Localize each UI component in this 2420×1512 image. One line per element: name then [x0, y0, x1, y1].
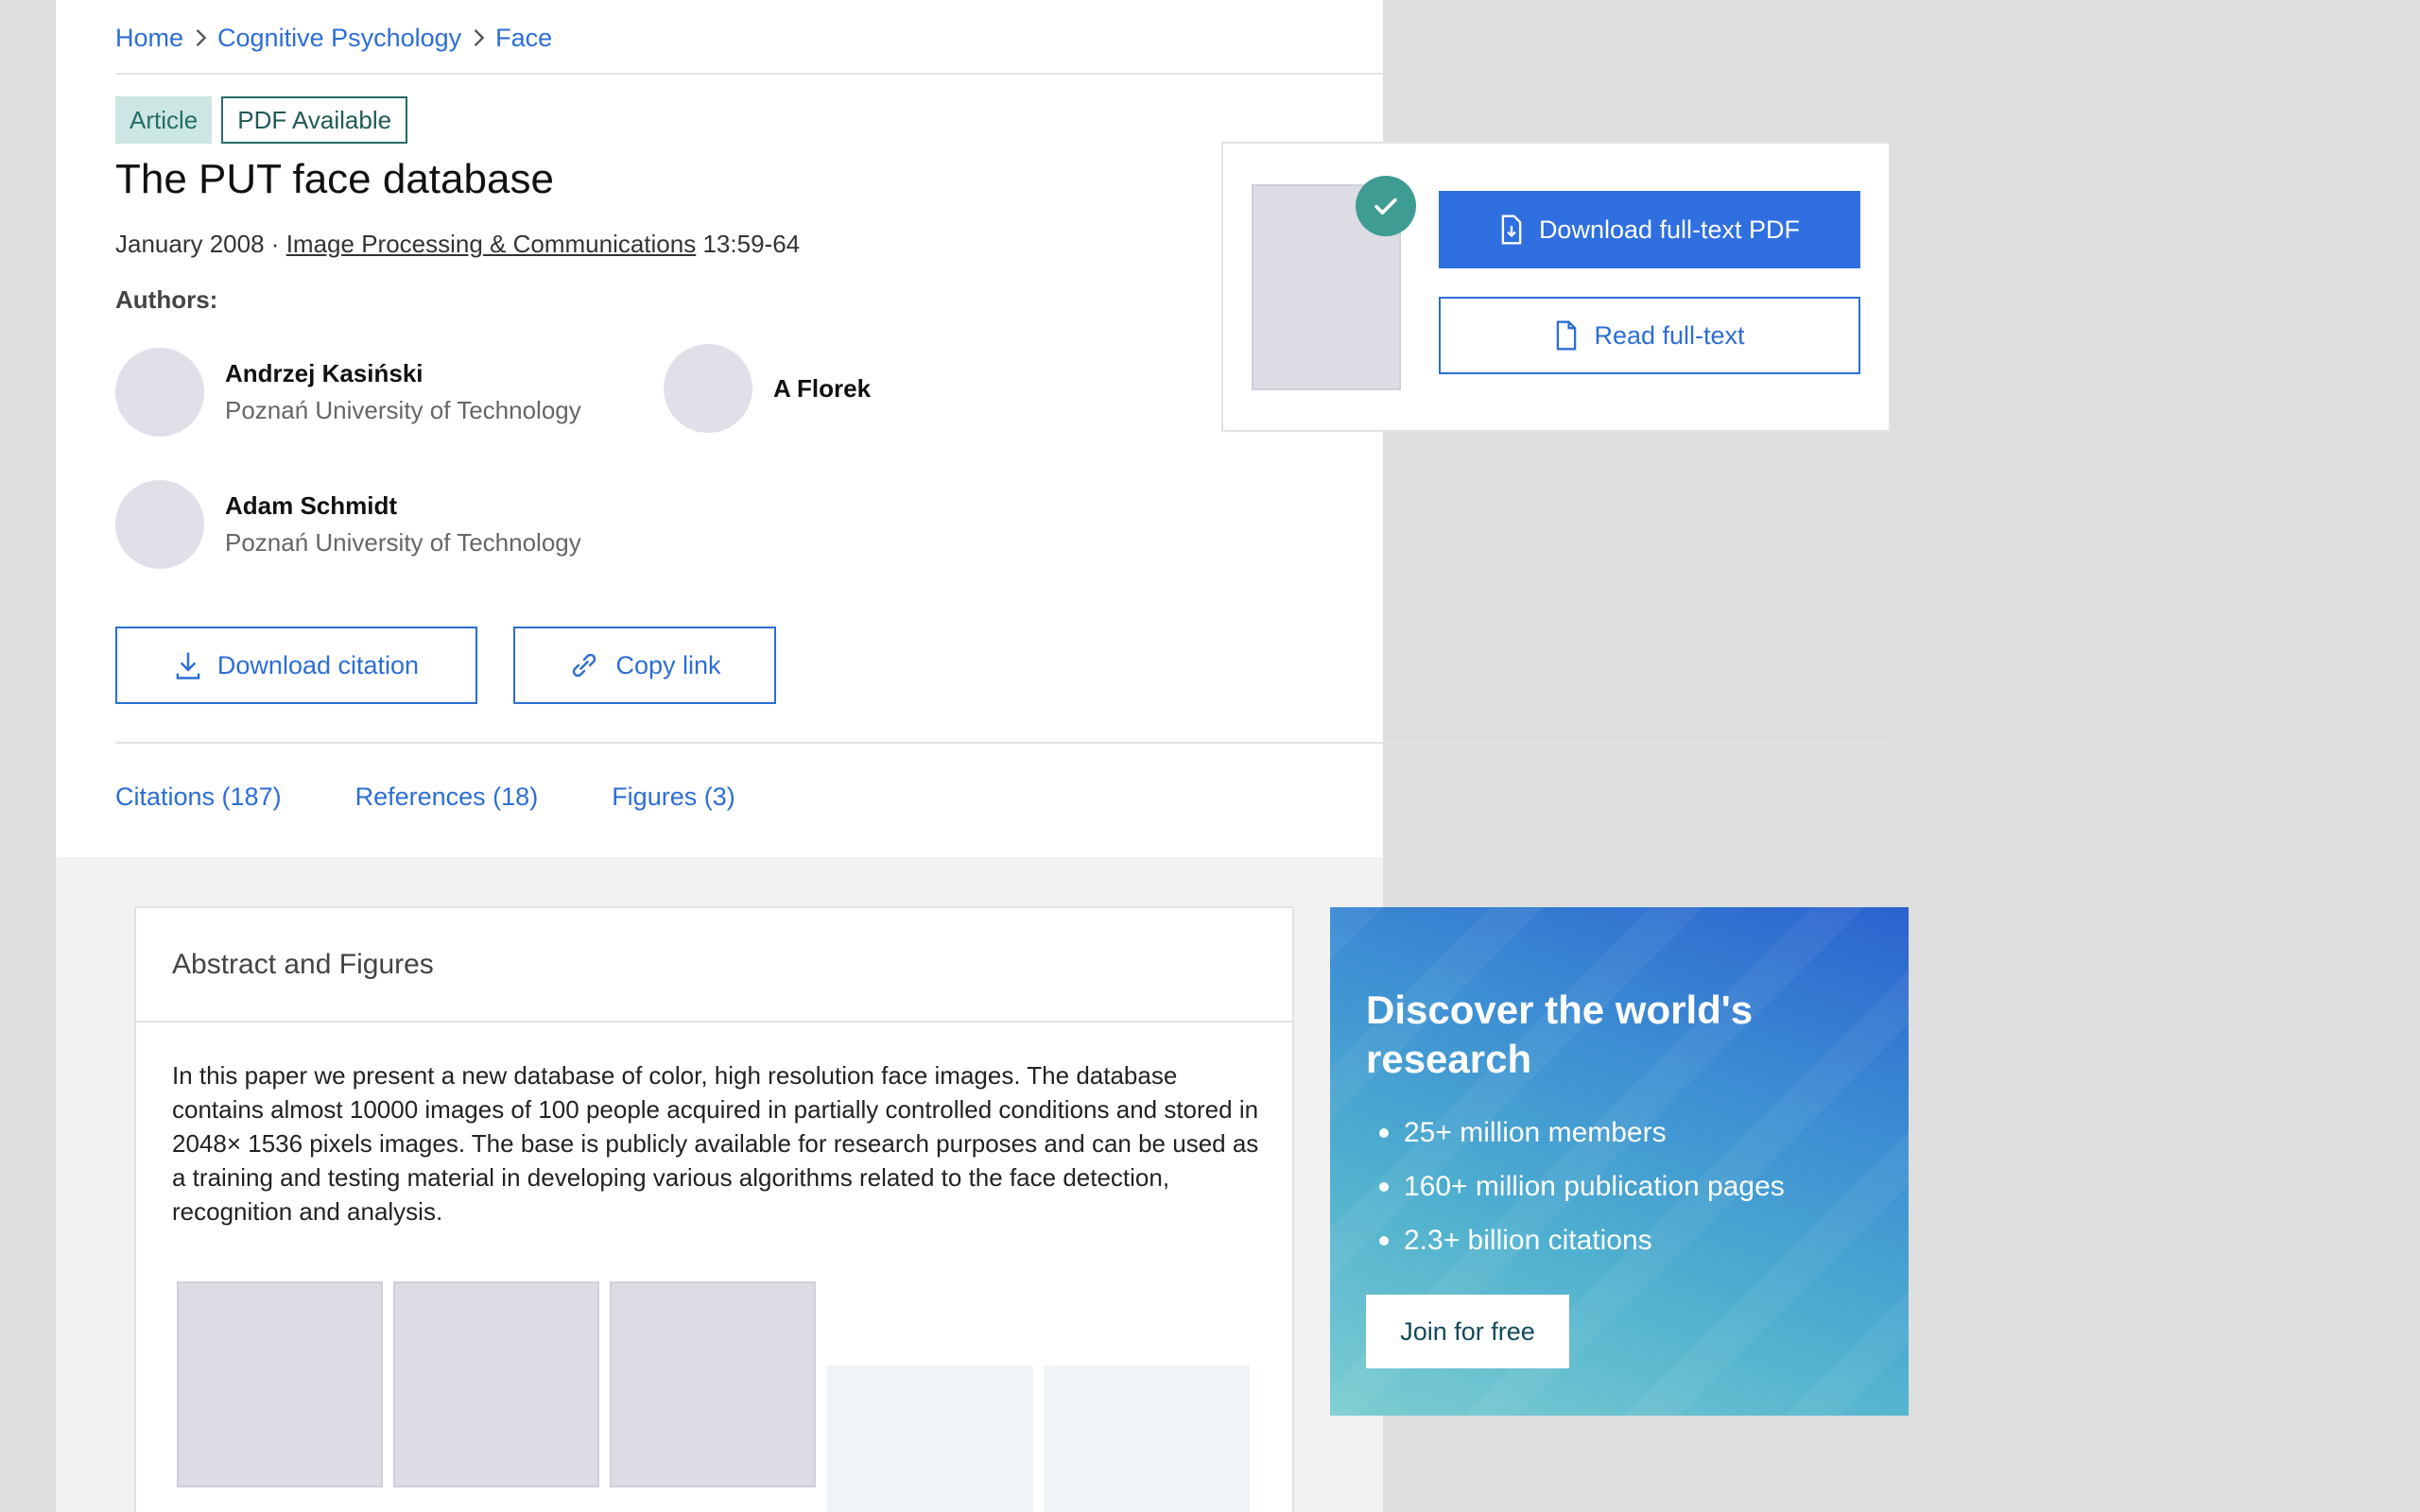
divider	[115, 73, 1891, 75]
abstract-heading: Abstract and Figures	[136, 908, 1292, 1022]
breadcrumb: Home Cognitive Psychology Face	[115, 21, 552, 55]
check-icon	[1356, 176, 1416, 236]
fulltext-card: Download full-text PDF Read full-text	[1221, 142, 1891, 432]
author-name: Andrzej Kasiński	[225, 359, 424, 387]
promo-stat: 2.3+ billion citations	[1404, 1225, 1652, 1256]
author-item[interactable]: Andrzej Kasiński Poznań University of Te…	[115, 348, 581, 437]
author-affiliation: Poznań University of Technology	[225, 528, 581, 557]
breadcrumb-face[interactable]: Face	[495, 24, 552, 53]
download-citation-label: Download citation	[216, 650, 420, 679]
promo-stat: 25+ million members	[1404, 1117, 1667, 1148]
pdf-download-icon	[1501, 215, 1522, 245]
tab-references[interactable]: References (18)	[355, 782, 539, 812]
author-item[interactable]: Adam Schmidt Poznań University of Techno…	[115, 480, 581, 569]
journal-link[interactable]: Image Processing & Communications	[286, 230, 697, 258]
author-item[interactable]: A Florek	[664, 344, 871, 433]
promo-stat: 160+ million publication pages	[1404, 1171, 1785, 1202]
author-affiliation: Poznań University of Technology	[225, 396, 581, 424]
avatar	[664, 344, 752, 433]
read-fulltext-label: Read full-text	[1594, 320, 1745, 350]
divider	[115, 742, 1891, 744]
read-fulltext-button[interactable]: Read full-text	[1439, 297, 1860, 374]
publication-date: January 2008	[115, 230, 265, 258]
download-fulltext-pdf-button[interactable]: Download full-text PDF	[1439, 191, 1860, 268]
figure-placeholder	[827, 1366, 1033, 1512]
chevron-right-icon	[474, 29, 485, 46]
figure-thumbnail[interactable]	[393, 1281, 599, 1487]
breadcrumb-home[interactable]: Home	[115, 24, 183, 53]
link-icon	[573, 653, 596, 678]
promo-stats-list: 25+ million members 160+ million publica…	[1366, 1106, 1785, 1267]
chevron-right-icon	[196, 29, 207, 46]
avatar	[115, 480, 204, 569]
list-item: 160+ million publication pages	[1366, 1160, 1785, 1213]
bullet-icon	[1379, 1235, 1389, 1246]
publication-pages: 13:59-64	[702, 230, 801, 258]
author-name: A Florek	[773, 373, 872, 403]
page-title: The PUT face database	[115, 156, 554, 202]
pdf-available-badge: PDF Available	[221, 96, 408, 144]
discover-research-promo: Discover the world's research 25+ millio…	[1330, 907, 1909, 1416]
list-item: 25+ million members	[1366, 1106, 1785, 1160]
abstract-card: Abstract and Figures In this paper we pr…	[134, 906, 1294, 1512]
figure-thumbnail[interactable]	[177, 1281, 383, 1487]
authors-label: Authors:	[115, 285, 218, 314]
badges: Article PDF Available	[115, 96, 408, 144]
avatar	[115, 348, 204, 437]
bullet-icon	[1379, 1181, 1389, 1192]
tab-figures[interactable]: Figures (3)	[612, 782, 735, 812]
breadcrumb-cognitive-psychology[interactable]: Cognitive Psychology	[217, 24, 461, 53]
copy-link-button[interactable]: Copy link	[513, 627, 776, 704]
copy-link-label: Copy link	[615, 650, 721, 679]
join-for-free-button[interactable]: Join for free	[1366, 1295, 1569, 1368]
document-icon	[1557, 320, 1577, 351]
article-tabs: Citations (187) References (18) Figures …	[115, 782, 735, 812]
tab-citations[interactable]: Citations (187)	[115, 782, 282, 812]
figure-placeholder	[1044, 1366, 1250, 1512]
download-icon	[176, 652, 200, 679]
list-item: 2.3+ billion citations	[1366, 1213, 1785, 1267]
figure-thumbnail[interactable]	[610, 1281, 816, 1487]
abstract-text: In this paper we present a new database …	[172, 1061, 1259, 1226]
download-fulltext-label: Download full-text PDF	[1538, 215, 1801, 244]
article-type-badge: Article	[115, 96, 213, 144]
author-name: Adam Schmidt	[225, 491, 398, 520]
bullet-icon	[1379, 1127, 1389, 1138]
meta-separator: ·	[270, 230, 280, 258]
download-citation-button[interactable]: Download citation	[115, 627, 477, 704]
promo-heading: Discover the world's research	[1366, 988, 1754, 1081]
publication-meta: January 2008 · Image Processing & Commun…	[115, 230, 800, 259]
article-page: Home Cognitive Psychology Face Article P…	[56, 0, 1909, 1512]
